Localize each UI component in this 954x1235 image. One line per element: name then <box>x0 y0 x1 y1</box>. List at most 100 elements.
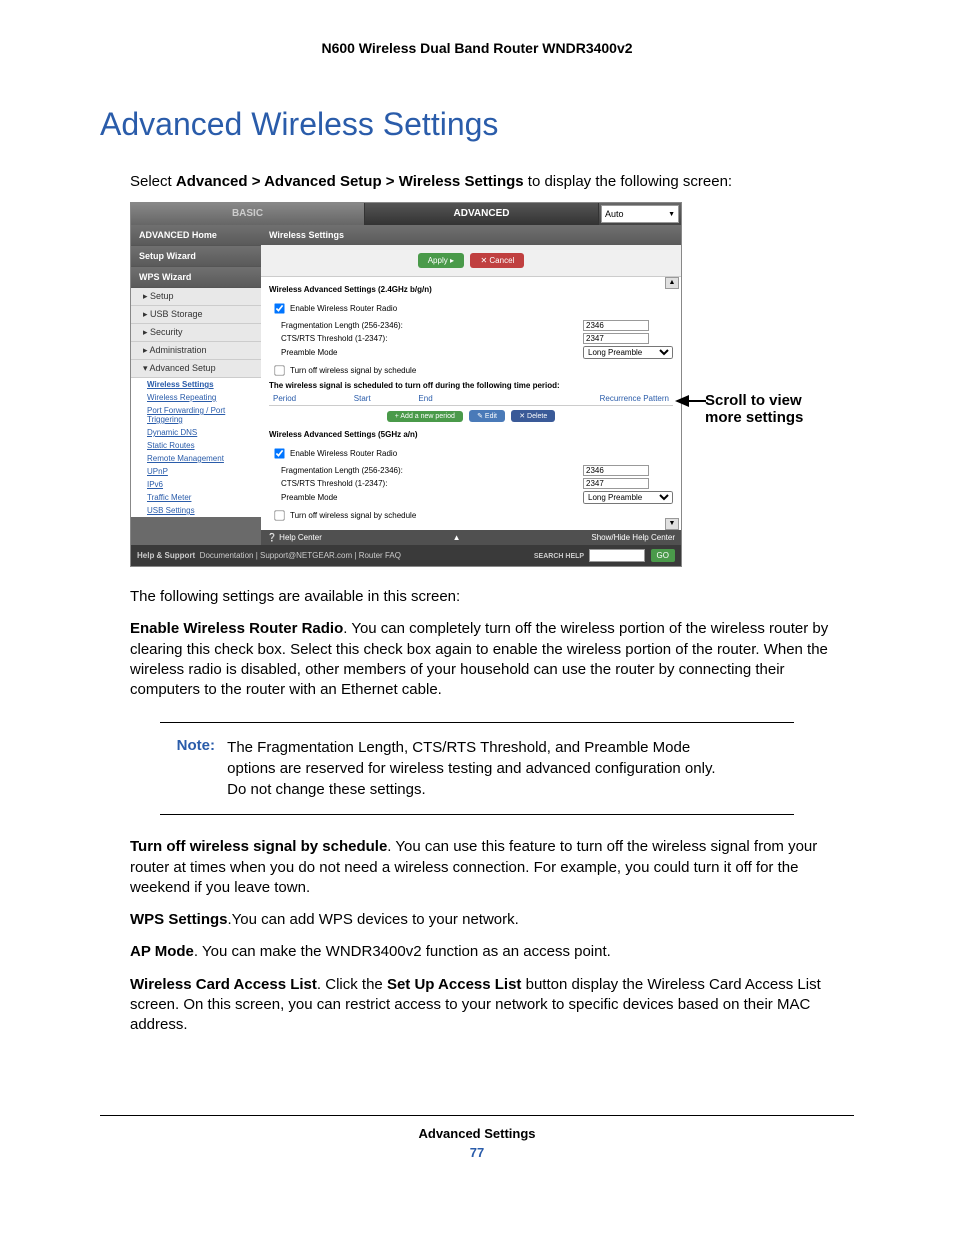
p4-text: . You can make the WNDR3400v2 function a… <box>194 943 611 960</box>
sidebar-admin[interactable]: ▸ Administration <box>131 342 261 360</box>
auto-select[interactable]: Auto ▼ <box>601 205 679 223</box>
arrow-line <box>688 400 706 402</box>
sidebar-setup-wizard[interactable]: Setup Wizard <box>131 246 261 267</box>
help-bar: ❔ Help Center ▲ Show/Hide Help Center <box>261 530 681 545</box>
turnoff-label-5: Turn off wireless signal by schedule <box>290 511 416 520</box>
col-end: End <box>414 392 472 406</box>
scroll-down-icon[interactable]: ▼ <box>665 518 679 530</box>
ui-body: ADVANCED Home Setup Wizard WPS Wizard ▸ … <box>131 225 681 545</box>
sidebar-setup[interactable]: ▸ Setup <box>131 288 261 306</box>
sidebar-usb-settings[interactable]: USB Settings <box>131 504 261 517</box>
doc-link[interactable]: Documentation <box>200 551 254 560</box>
enable-radio-row-5: Enable Wireless Router Radio <box>269 443 673 464</box>
tab-row: BASIC ADVANCED Auto ▼ <box>131 203 681 225</box>
search-area: SEARCH HELP GO <box>534 549 675 562</box>
para-enable-radio: Enable Wireless Router Radio. You can co… <box>130 619 854 700</box>
preamble-label-24: Preamble Mode <box>269 348 583 357</box>
enable-radio-label-24: Enable Wireless Router Radio <box>290 304 397 313</box>
scroll-up-icon[interactable]: ▲ <box>665 277 679 289</box>
tab-basic[interactable]: BASIC <box>131 203 365 225</box>
p5-bold2: Set Up Access List <box>387 976 522 993</box>
para-turnoff: Turn off wireless signal by schedule. Yo… <box>130 837 854 898</box>
intro-post: to display the following screen: <box>524 173 732 190</box>
turnoff-checkbox-24[interactable] <box>274 365 284 375</box>
sidebar-security[interactable]: ▸ Security <box>131 324 261 342</box>
p5-bold: Wireless Card Access List <box>130 976 317 993</box>
search-input[interactable] <box>589 549 645 562</box>
cts-row-5: CTS/RTS Threshold (1-2347): <box>269 477 673 490</box>
sidebar-advanced-setup[interactable]: ▾ Advanced Setup <box>131 360 261 378</box>
apply-button[interactable]: Apply ▸ <box>418 253 464 268</box>
button-row: Apply ▸ ✕ Cancel <box>261 245 681 277</box>
auto-label: Auto <box>605 209 624 219</box>
schedule-buttons: + Add a new period ✎ Edit ✕ Delete <box>269 406 673 426</box>
para-ap: AP Mode. You can make the WNDR3400v2 fun… <box>130 942 854 962</box>
turnoff-checkbox-5[interactable] <box>274 510 284 520</box>
preamble-row-5: Preamble Mode Long Preamble <box>269 490 673 505</box>
intro-para: Select Advanced > Advanced Setup > Wirel… <box>130 173 854 190</box>
preamble-select-24[interactable]: Long Preamble <box>583 346 673 359</box>
cts-label-5: CTS/RTS Threshold (1-2347): <box>269 479 583 488</box>
frag-input-5[interactable] <box>583 465 649 476</box>
enable-radio-row-24: Enable Wireless Router Radio <box>269 298 673 319</box>
section-24ghz: Wireless Advanced Settings (2.4GHz b/g/n… <box>269 281 673 298</box>
para-wps: WPS Settings.You can add WPS devices to … <box>130 910 854 930</box>
add-period-button[interactable]: + Add a new period <box>387 411 463 422</box>
go-button[interactable]: GO <box>651 549 675 562</box>
delete-button[interactable]: ✕ Delete <box>511 410 555 422</box>
sidebar-upnp[interactable]: UPnP <box>131 465 261 478</box>
sidebar-remote-mgmt[interactable]: Remote Management <box>131 452 261 465</box>
intro-bold: Advanced > Advanced Setup > Wireless Set… <box>176 173 524 190</box>
note-label: Note: <box>160 737 223 754</box>
router-ui: BASIC ADVANCED Auto ▼ ADVANCED Home Setu… <box>130 202 682 567</box>
turnoff-row-24: Turn off wireless signal by schedule <box>269 360 673 381</box>
col-period: Period <box>269 392 350 406</box>
sidebar-home[interactable]: ADVANCED Home <box>131 225 261 246</box>
frag-input-24[interactable] <box>583 320 649 331</box>
support-link[interactable]: Support@NETGEAR.com <box>260 551 352 560</box>
sidebar-static-routes[interactable]: Static Routes <box>131 439 261 452</box>
turnoff-label-24: Turn off wireless signal by schedule <box>290 366 416 375</box>
doc-header: N600 Wireless Dual Band Router WNDR3400v… <box>100 40 854 56</box>
enable-radio-checkbox-5[interactable] <box>274 448 284 458</box>
content-pane: Wireless Settings Apply ▸ ✕ Cancel ▲ Wir… <box>261 225 681 545</box>
sidebar-traffic[interactable]: Traffic Meter <box>131 491 261 504</box>
enable-radio-checkbox-24[interactable] <box>274 303 284 313</box>
note-text: The Fragmentation Length, CTS/RTS Thresh… <box>227 737 727 800</box>
cts-input-5[interactable] <box>583 478 649 489</box>
faq-link[interactable]: Router FAQ <box>359 551 401 560</box>
search-help-label: SEARCH HELP <box>534 553 584 561</box>
schedule-table: Period Start End Recurrence Pattern <box>269 392 673 406</box>
sidebar-usb[interactable]: ▸ USB Storage <box>131 306 261 324</box>
turnoff-row-5: Turn off wireless signal by schedule <box>269 505 673 526</box>
show-hide-help[interactable]: Show/Hide Help Center <box>591 533 675 542</box>
note-block: Note: The Fragmentation Length, CTS/RTS … <box>160 722 794 815</box>
page-title: Advanced Wireless Settings <box>100 106 854 143</box>
arrow-icon <box>675 395 689 407</box>
sched-note: The wireless signal is scheduled to turn… <box>269 381 673 390</box>
page-footer: Advanced Settings 77 <box>100 1115 854 1160</box>
cts-input-24[interactable] <box>583 333 649 344</box>
col-start: Start <box>350 392 415 406</box>
frag-row-24: Fragmentation Length (256-2346): <box>269 319 673 332</box>
p3-text: .You can add WPS devices to your network… <box>228 911 519 928</box>
sidebar: ADVANCED Home Setup Wizard WPS Wizard ▸ … <box>131 225 261 545</box>
preamble-select-5[interactable]: Long Preamble <box>583 491 673 504</box>
sidebar-wireless-repeating[interactable]: Wireless Repeating <box>131 391 261 404</box>
help-support-label: Help & Support <box>137 551 195 560</box>
sidebar-port-forwarding[interactable]: Port Forwarding / Port Triggering <box>131 404 261 426</box>
sidebar-ddns[interactable]: Dynamic DNS <box>131 426 261 439</box>
tab-advanced[interactable]: ADVANCED <box>365 203 599 225</box>
p4-bold: AP Mode <box>130 943 194 960</box>
sidebar-ipv6[interactable]: IPv6 <box>131 478 261 491</box>
sidebar-wps-wizard[interactable]: WPS Wizard <box>131 267 261 288</box>
edit-button[interactable]: ✎ Edit <box>469 410 505 422</box>
enable-radio-label-5: Enable Wireless Router Radio <box>290 449 397 458</box>
intro-pre: Select <box>130 173 176 190</box>
help-support: Help & Support Documentation | Support@N… <box>137 551 401 560</box>
cancel-button[interactable]: ✕ Cancel <box>470 253 524 268</box>
sidebar-wireless-settings[interactable]: Wireless Settings <box>131 378 261 391</box>
p2-bold: Turn off wireless signal by schedule <box>130 838 387 855</box>
help-center-label[interactable]: ❔ Help Center <box>267 533 322 542</box>
preamble-row-24: Preamble Mode Long Preamble <box>269 345 673 360</box>
